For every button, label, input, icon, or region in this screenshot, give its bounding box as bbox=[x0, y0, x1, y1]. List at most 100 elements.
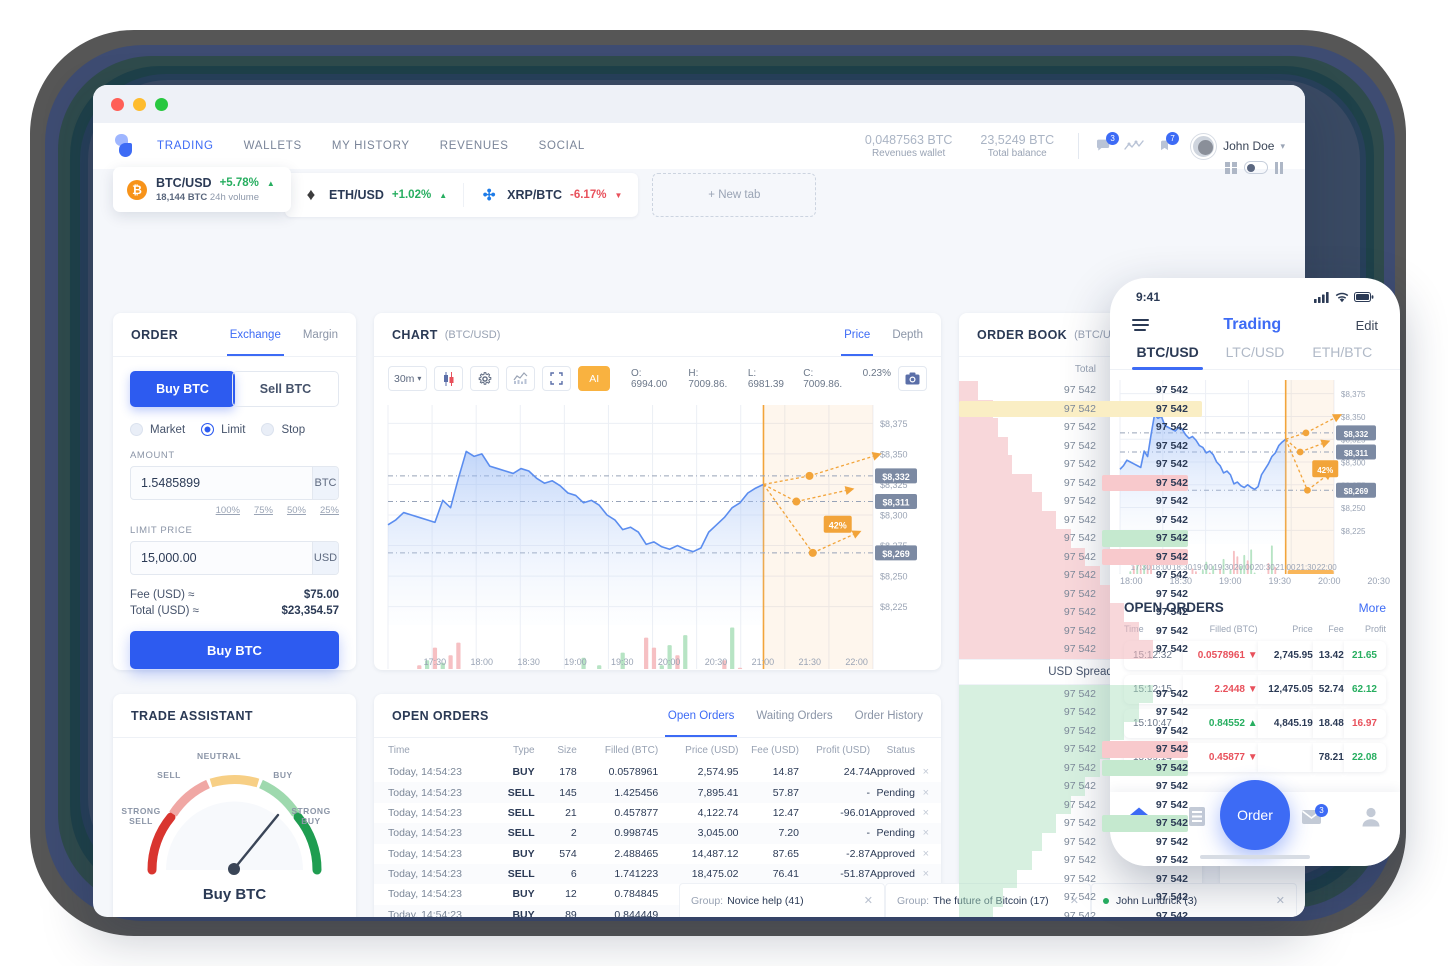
trade-assistant-header: TRADE ASSISTANT bbox=[113, 694, 356, 738]
bookmark-icon[interactable]: 7 bbox=[1149, 132, 1180, 159]
order-book-row[interactable]: 97 542 97 542 bbox=[959, 851, 1202, 870]
candles-icon[interactable] bbox=[434, 366, 464, 391]
interval-select[interactable]: 30m ▾ bbox=[388, 366, 428, 391]
table-row[interactable]: Today, 14:54:23 BUY 574 2.488465 14,487.12 87… bbox=[374, 844, 941, 864]
phone-tab-btc-usd[interactable]: BTC/USD bbox=[1124, 344, 1211, 370]
nav-item-revenues[interactable]: REVENUES bbox=[440, 123, 509, 169]
order-book-row[interactable]: 97 542 97 542 bbox=[959, 399, 1202, 418]
chat-tab-novice-help[interactable]: Group: Novice help (41) ✕ bbox=[679, 883, 885, 917]
tab-exchange[interactable]: Exchange bbox=[226, 313, 285, 356]
camera-icon[interactable] bbox=[898, 366, 927, 391]
table-row[interactable]: Today, 14:54:23 BUY 178 0.0578961 2,574.95 14… bbox=[374, 762, 941, 782]
table-row[interactable]: Today, 14:54:23 SELL 6 1.741223 18,475.02 76.… bbox=[374, 863, 941, 885]
phone-tab-ltc-usd[interactable]: LTC/USD bbox=[1211, 344, 1298, 369]
minimize-window-button[interactable] bbox=[133, 97, 146, 111]
hamburger-icon[interactable] bbox=[1132, 319, 1149, 331]
chevron-down-icon[interactable]: ▾ bbox=[1280, 141, 1285, 152]
maximize-window-button[interactable] bbox=[155, 97, 168, 111]
order-fee: 14.87 bbox=[772, 766, 799, 779]
close-icon[interactable]: ✕ bbox=[864, 894, 873, 907]
limit-price-field-row: USD bbox=[130, 541, 339, 575]
radio-limit[interactable]: Limit bbox=[201, 423, 245, 436]
tab-open-orders[interactable]: Open Orders bbox=[664, 694, 738, 737]
close-icon[interactable]: × bbox=[923, 807, 929, 819]
table-row[interactable]: Today, 14:54:23 SELL 21 0.457877 4,122.74 12.… bbox=[374, 803, 941, 823]
close-icon[interactable]: × bbox=[923, 868, 929, 880]
xrp-icon: ✣ bbox=[482, 187, 496, 204]
grid-layout-icon[interactable] bbox=[1225, 161, 1237, 174]
ticker-eth-usd[interactable]: ♦ ETH/USD +1.02% ▲ bbox=[285, 173, 463, 217]
order-book-row[interactable]: 97 542 97 542 bbox=[959, 473, 1202, 492]
close-icon[interactable]: × bbox=[923, 848, 929, 860]
ticker-symbol: XRP/BTC bbox=[507, 188, 562, 202]
pct-25[interactable]: 25% bbox=[320, 505, 339, 516]
buy-btc-toggle[interactable]: Buy BTC bbox=[130, 371, 235, 407]
user-name[interactable]: John Doe bbox=[1223, 139, 1274, 153]
phone-x-tick: 20:00 bbox=[1317, 576, 1341, 586]
phone-edit-button[interactable]: Edit bbox=[1356, 318, 1378, 333]
submit-order-button[interactable]: Buy BTC bbox=[130, 631, 339, 669]
col-size: Size bbox=[557, 745, 577, 756]
order-book-row[interactable]: 97 542 97 542 bbox=[959, 740, 1202, 759]
table-row[interactable]: Today, 14:54:23 SELL 145 1.425456 7,895.41 57… bbox=[374, 782, 941, 803]
close-window-button[interactable] bbox=[111, 97, 124, 111]
ticker-btc-usd-featured[interactable]: ₿ BTC/USD +5.78% ▲ 18,144 BTC 24h volume bbox=[113, 167, 291, 212]
amount-field-row: BTC bbox=[130, 466, 339, 500]
nav-item-my-history[interactable]: MY HISTORY bbox=[332, 123, 410, 169]
analytics-icon[interactable] bbox=[1119, 133, 1149, 159]
order-fab-button[interactable]: Order bbox=[1220, 780, 1290, 850]
avatar[interactable] bbox=[1191, 133, 1217, 159]
ticker-xrp-btc[interactable]: ✣ XRP/BTC -6.17% ▼ bbox=[463, 173, 638, 217]
pct-100[interactable]: 100% bbox=[216, 505, 240, 516]
phone-tab-eth-btc[interactable]: ETH/BTC bbox=[1299, 344, 1386, 369]
radio-label: Stop bbox=[281, 423, 306, 436]
fullscreen-icon[interactable] bbox=[542, 366, 572, 391]
brand-logo-icon[interactable] bbox=[113, 133, 135, 159]
order-book-row[interactable]: 97 542 97 542 bbox=[959, 547, 1202, 566]
chat-icon[interactable]: 3 bbox=[1089, 132, 1120, 159]
chart-canvas[interactable]: $8,375$8,350$8,325$8,300$8,275$8,250$8,2… bbox=[378, 397, 937, 703]
pct-75[interactable]: 75% bbox=[254, 505, 273, 516]
tab-waiting-orders[interactable]: Waiting Orders bbox=[756, 694, 832, 737]
limit-price-input[interactable] bbox=[131, 542, 312, 574]
columns-layout-icon[interactable] bbox=[1275, 161, 1283, 174]
new-tab-button[interactable]: + New tab bbox=[652, 173, 817, 217]
order-book-row[interactable]: 97 542 97 542 bbox=[959, 814, 1202, 833]
gear-icon[interactable] bbox=[470, 366, 500, 391]
nav-item-wallets[interactable]: WALLETS bbox=[244, 123, 302, 169]
tab-margin[interactable]: Margin bbox=[303, 313, 338, 356]
signal-icon bbox=[1314, 291, 1329, 303]
table-row[interactable]: Today, 14:54:23 SELL 2 0.998745 3,045.00 7.20… bbox=[374, 823, 941, 844]
profile-icon[interactable] bbox=[1342, 806, 1400, 827]
open-orders-header-row: Time Type Size Filled (BTC) Price (USD) … bbox=[374, 738, 941, 762]
nav-item-social[interactable]: SOCIAL bbox=[539, 123, 585, 169]
phone-nav-bar: Trading Edit bbox=[1110, 310, 1400, 344]
indicator-icon[interactable] bbox=[506, 366, 536, 391]
svg-text:21:00: 21:00 bbox=[1275, 563, 1296, 572]
tab-price[interactable]: Price bbox=[841, 313, 874, 356]
sell-btc-toggle[interactable]: Sell BTC bbox=[232, 371, 339, 407]
nav-item-trading[interactable]: TRADING bbox=[153, 123, 218, 169]
tab-depth[interactable]: Depth bbox=[892, 313, 923, 356]
amount-input[interactable] bbox=[131, 467, 312, 499]
ai-toggle-button[interactable]: AI bbox=[578, 366, 610, 391]
order-book-row[interactable]: 97 542 97 542 bbox=[959, 529, 1202, 548]
mail-icon[interactable]: 3 bbox=[1284, 804, 1342, 826]
phone-order-profit: 22.08 bbox=[1343, 743, 1386, 772]
pct-50[interactable]: 50% bbox=[287, 505, 306, 516]
tab-order-history[interactable]: Order History bbox=[855, 694, 923, 737]
fee-row: Fee (USD) ≈ $75.00 bbox=[130, 589, 339, 601]
phone-more-link[interactable]: More bbox=[1359, 601, 1386, 615]
layout-toggle-switch[interactable] bbox=[1244, 161, 1268, 174]
total-label: Total (USD) ≈ bbox=[130, 605, 199, 617]
eth-icon: ♦ bbox=[306, 185, 316, 204]
order-book-row[interactable]: 97 542 97 542 bbox=[959, 758, 1202, 777]
radio-market[interactable]: Market bbox=[130, 423, 185, 436]
close-icon[interactable]: × bbox=[923, 787, 929, 799]
close-icon[interactable]: × bbox=[923, 827, 929, 839]
radio-stop[interactable]: Stop bbox=[261, 423, 305, 436]
order-book-asks[interactable]: 97 542 97 542 97 542 97 542 97 542 97 542 97 5… bbox=[959, 381, 1202, 659]
close-icon[interactable]: ✕ bbox=[1276, 894, 1285, 907]
order-book-size: 97 542 bbox=[1155, 439, 1188, 452]
close-icon[interactable]: × bbox=[923, 766, 929, 778]
